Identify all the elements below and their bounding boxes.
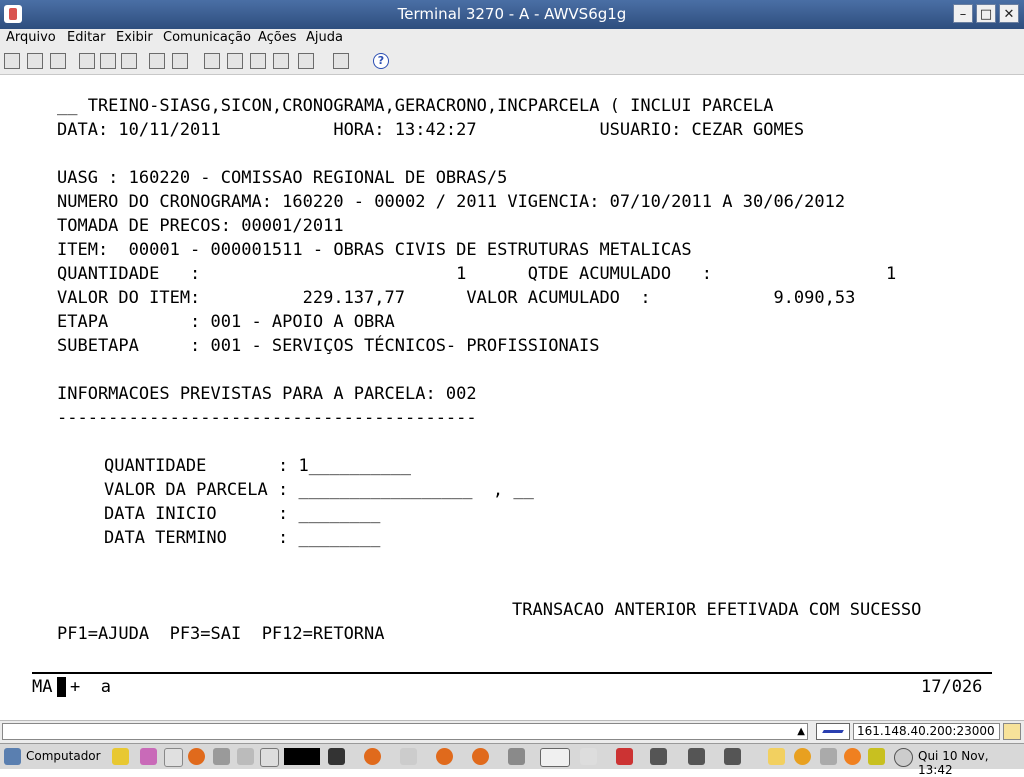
- oia-separator: [32, 672, 992, 674]
- pdf-icon[interactable]: [616, 748, 633, 765]
- network-icon[interactable]: [868, 748, 885, 765]
- camera-icon[interactable]: [650, 748, 667, 765]
- receive-file-icon[interactable]: [227, 53, 243, 69]
- send-file-icon[interactable]: [204, 53, 220, 69]
- parcela-heading: INFORMACOES PREVISTAS PARA A PARCELA: 00…: [57, 384, 477, 404]
- macro-icon[interactable]: [149, 53, 165, 69]
- data-termino-field[interactable]: DATA TERMINO : ________: [104, 528, 380, 548]
- menu-editar[interactable]: Editar: [67, 30, 106, 45]
- computer-icon[interactable]: [4, 748, 21, 765]
- disconnect-icon[interactable]: [50, 53, 66, 69]
- uasg-line: UASG : 160220 - COMISSAO REGIONAL DE OBR…: [57, 168, 508, 188]
- volume-icon[interactable]: [820, 748, 837, 765]
- notes-icon[interactable]: [112, 748, 129, 765]
- minimize-button[interactable]: –: [953, 4, 973, 23]
- paste-icon[interactable]: [100, 53, 116, 69]
- folder-icon[interactable]: [508, 748, 525, 765]
- updates-icon[interactable]: [794, 748, 811, 765]
- valor-parcela-field[interactable]: VALOR DA PARCELA : _________________ , _…: [104, 480, 534, 500]
- browser-task-icon-3[interactable]: [472, 748, 489, 765]
- cronograma-line: NUMERO DO CRONOGRAMA: 160220 - 00002 / 2…: [57, 192, 846, 212]
- clipboard-icon[interactable]: [121, 53, 137, 69]
- data-inicio-field[interactable]: DATA INICIO : ________: [104, 504, 380, 524]
- status-bar: ▲ 161.148.40.200:23000: [0, 720, 1024, 743]
- toolbar: ?: [0, 48, 1024, 75]
- new-session-icon[interactable]: [4, 53, 20, 69]
- taskbar: Computador Qui 10 Nov, 13:42: [0, 743, 1024, 777]
- start-label[interactable]: Computador: [26, 749, 101, 763]
- flame-icon[interactable]: [844, 748, 861, 765]
- scroll-up-icon[interactable]: ▲: [797, 724, 805, 739]
- taskbar-clock[interactable]: Qui 10 Nov, 13:42: [918, 749, 1024, 777]
- print-setup-icon[interactable]: [273, 53, 289, 69]
- tomada-precos-line: TOMADA DE PRECOS: 00001/2011: [57, 216, 344, 236]
- date-time-user-line: DATA: 10/11/2011 HORA: 13:42:27 USUARIO:…: [57, 120, 805, 140]
- java-task-icon[interactable]: [540, 748, 570, 767]
- files-icon[interactable]: [213, 748, 230, 765]
- menu-ajuda[interactable]: Ajuda: [306, 30, 343, 45]
- close-button[interactable]: ✕: [999, 4, 1019, 23]
- oia-status-b: + a: [70, 677, 111, 697]
- help-icon[interactable]: ?: [373, 53, 389, 69]
- record-icon[interactable]: [298, 53, 314, 69]
- camera-icon-2[interactable]: [688, 748, 705, 765]
- heading-separator: ----------------------------------------…: [57, 408, 477, 428]
- title-bar: Terminal 3270 - A - AWVS6g1g – □ ✕: [0, 0, 1024, 29]
- oia-status-a: MA: [32, 677, 53, 697]
- status-field: ▲: [2, 723, 808, 740]
- menu-arquivo[interactable]: Arquivo: [6, 30, 56, 45]
- menu-exibir[interactable]: Exibir: [116, 30, 153, 45]
- subetapa-line: SUBETAPA : 001 - SERVIÇOS TÉCNICOS- PROF…: [57, 336, 600, 356]
- item-line: ITEM: 00001 - 000001511 - OBRAS CIVIS DE…: [57, 240, 692, 260]
- document-icon[interactable]: [580, 748, 597, 765]
- connection-icon: [816, 723, 850, 740]
- status-message: TRANSACAO ANTERIOR EFETIVADA COM SUCESSO: [512, 600, 922, 620]
- power-icon[interactable]: [894, 748, 913, 767]
- pf-keys-line: PF1=AJUDA PF3=SAI PF12=RETORNA: [57, 624, 385, 644]
- menu-comunicacao[interactable]: Comunicação: [163, 30, 251, 45]
- tool-icon[interactable]: [237, 748, 254, 765]
- browser-task-icon-2[interactable]: [436, 748, 453, 765]
- quantidade-line: QUANTIDADE : 1 QTDE ACUMULADO : 1: [57, 264, 897, 284]
- cursor-position: 17/026: [921, 677, 983, 697]
- menu-acoes[interactable]: Ações: [258, 30, 297, 45]
- copy-icon[interactable]: [79, 53, 95, 69]
- valor-line: VALOR DO ITEM: 229.137,77 VALOR ACUMULAD…: [57, 288, 856, 308]
- print-icon[interactable]: [250, 53, 266, 69]
- lock-icon: [1003, 723, 1021, 740]
- host-address: 161.148.40.200:23000: [853, 723, 1000, 740]
- firefox-icon[interactable]: [188, 748, 205, 765]
- window-title: Terminal 3270 - A - AWVS6g1g: [397, 5, 627, 23]
- graphics-icon[interactable]: [140, 748, 157, 765]
- camera-icon-3[interactable]: [724, 748, 741, 765]
- mail-icon[interactable]: [400, 748, 417, 765]
- keypad-icon[interactable]: [172, 53, 188, 69]
- menu-bar: Arquivo Editar Exibir Comunicação Ações …: [0, 29, 1024, 48]
- settings-icon[interactable]: [333, 53, 349, 69]
- notification-icon[interactable]: [768, 748, 785, 765]
- open-session-icon[interactable]: [27, 53, 43, 69]
- terminal-icon[interactable]: [328, 748, 345, 765]
- quantidade-field[interactable]: QUANTIDADE : 1__________: [104, 456, 411, 476]
- terminal-cursor: [57, 677, 66, 697]
- workspace-preview[interactable]: [284, 748, 320, 765]
- window-list-icon[interactable]: [260, 748, 279, 767]
- browser-task-icon[interactable]: [364, 748, 381, 765]
- screen-header-line: __ TREINO-SIASG,SICON,CRONOGRAMA,GERACRO…: [57, 96, 774, 116]
- etapa-line: ETAPA : 001 - APOIO A OBRA: [57, 312, 395, 332]
- editor-icon[interactable]: [164, 748, 183, 767]
- maximize-button[interactable]: □: [976, 4, 996, 23]
